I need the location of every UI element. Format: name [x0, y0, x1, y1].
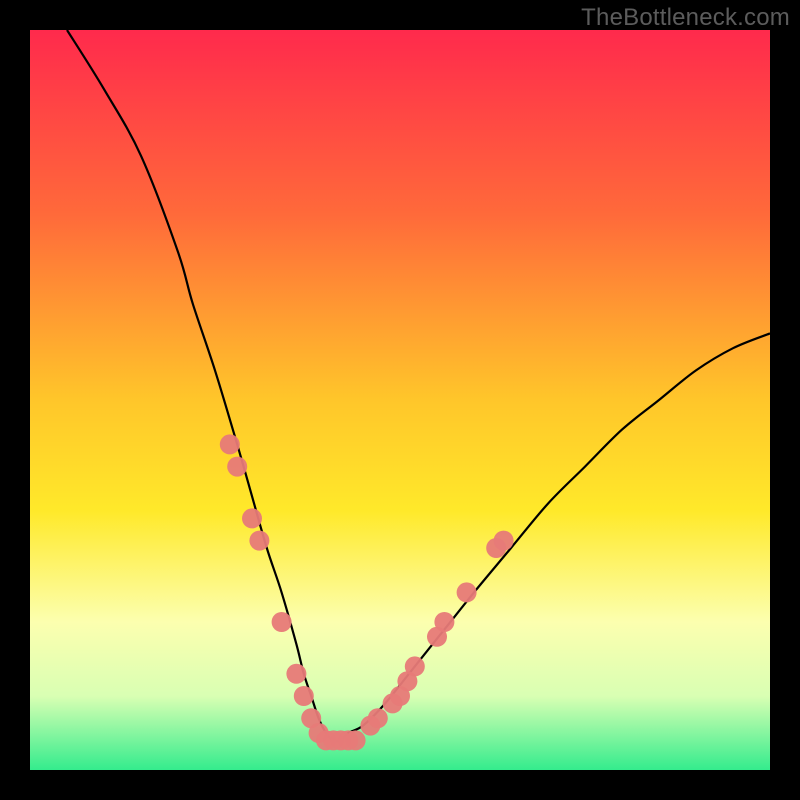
- curve-marker: [368, 708, 388, 728]
- curve-marker: [249, 531, 269, 551]
- curve-marker: [346, 730, 366, 750]
- watermark-text: TheBottleneck.com: [581, 4, 790, 32]
- curve-marker: [227, 457, 247, 477]
- curve-marker: [457, 582, 477, 602]
- curve-marker: [242, 508, 262, 528]
- chart-svg: [30, 30, 770, 770]
- curve-marker: [286, 664, 306, 684]
- curve-marker: [494, 531, 514, 551]
- outer-frame: TheBottleneck.com: [0, 0, 800, 800]
- curve-marker: [220, 434, 240, 454]
- curve-marker: [294, 686, 314, 706]
- plot-area: [30, 30, 770, 770]
- curve-marker: [272, 612, 292, 632]
- curve-marker: [434, 612, 454, 632]
- curve-marker: [405, 656, 425, 676]
